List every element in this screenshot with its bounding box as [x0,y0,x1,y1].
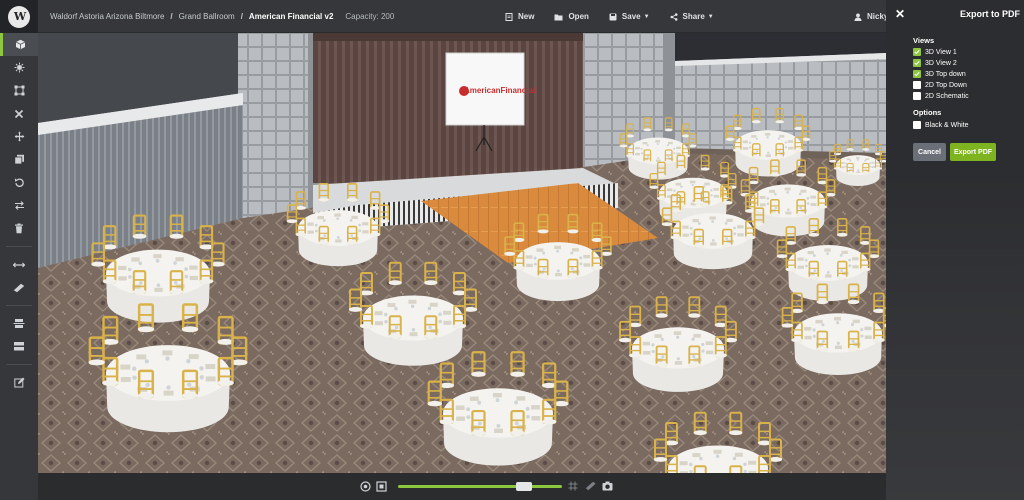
new-file-icon [505,12,513,21]
checkbox-checked-icon[interactable] [913,59,921,67]
close-icon[interactable]: ✕ [895,8,905,20]
breadcrumb: Waldorf Astoria Arizona Biltmore / Grand… [50,0,394,33]
toolbar-divider [6,305,32,306]
share-label: Share [682,12,705,21]
export-panel-header: ✕ Export to PDF [886,0,1024,28]
breadcrumb-design[interactable]: American Financial v2 [249,12,333,21]
swap-icon [14,201,24,210]
export-panel: ✕ Export to PDF Views 3D View 1 3D View … [886,0,1024,500]
viewport-bottom-bar [38,473,886,500]
new-button[interactable]: New [505,12,534,21]
view-option-label: 2D Schematic [925,92,969,100]
panel-backdrop [886,175,1024,500]
tool-swap[interactable] [0,194,38,217]
share-icon [670,12,678,21]
cancel-button[interactable]: Cancel [913,143,946,161]
tool-edit[interactable] [0,371,38,394]
close-icon [14,109,24,118]
undo-icon [14,178,24,187]
measure-icon [13,262,25,267]
tool-measure[interactable] [0,253,38,276]
checkbox-unchecked-icon[interactable] [913,81,921,89]
logo-icon: W [8,5,30,28]
toolbar-divider [6,364,32,365]
breadcrumb-separator: / [240,12,243,21]
focus-icon[interactable] [360,481,371,492]
tool-trash[interactable] [0,217,38,240]
zoom-slider-track[interactable] [398,485,562,488]
top-bar: W Waldorf Astoria Arizona Biltmore / Gra… [0,0,888,33]
ruler-toggle-icon[interactable] [585,481,596,491]
share-button[interactable]: Share ▼ [670,12,714,21]
options-label: Options [913,108,942,117]
open-label: Open [568,12,589,21]
capacity-label: Capacity: 200 [345,12,395,21]
grid-icon[interactable] [568,481,578,491]
folder-icon [554,14,563,20]
file-actions: New Open Save ▼ Share ▼ [505,0,734,33]
breadcrumb-venue[interactable]: Waldorf Astoria Arizona Biltmore [50,12,164,21]
new-label: New [518,12,535,21]
open-button[interactable]: Open [554,12,589,21]
save-button[interactable]: Save ▼ [609,12,650,21]
tool-duplicate[interactable] [0,148,38,171]
toolbar-divider [6,246,32,247]
burst-icon [14,62,24,73]
tool-ruler[interactable] [0,276,38,299]
user-icon [854,13,862,21]
tool-align[interactable] [0,312,38,335]
ruler-icon [13,283,25,292]
ballroom-scene: AmericanFinancial [38,33,886,473]
layers-icon [13,154,24,165]
export-panel-title: Export to PDF [960,9,1020,19]
view-option-label: 3D View 1 [925,48,957,56]
export-pdf-button[interactable]: Export PDF [950,143,996,161]
frame-icon[interactable] [376,481,387,492]
view-option-2d-top-down[interactable]: 2D Top Down [913,81,967,89]
tool-undo[interactable] [0,171,38,194]
align-icon [13,319,25,328]
tool-delete-x[interactable] [0,102,38,125]
save-icon [609,13,617,20]
tool-effects[interactable] [0,56,38,79]
edit-icon [13,377,24,388]
view-option-2d-schematic[interactable]: 2D Schematic [913,92,969,100]
view-option-label: 3D View 2 [925,59,957,67]
option-black-and-white[interactable]: Black & White [913,121,969,129]
3d-viewport[interactable]: AmericanFinancial [38,33,886,473]
chevron-down-icon: ▼ [707,13,714,20]
trash-icon [15,223,23,234]
view-option-3d-top-down[interactable]: 3D Top down [913,70,966,78]
view-option-label: 2D Top Down [925,81,967,89]
view-option-label: 3D Top down [925,70,966,78]
user-menu[interactable]: Nicky [854,0,888,33]
checkbox-unchecked-icon[interactable] [913,121,921,129]
view-option-3d-view-1[interactable]: 3D View 1 [913,48,957,56]
save-label: Save [621,12,641,21]
left-toolbar [0,33,38,500]
checkbox-checked-icon[interactable] [913,48,921,56]
chevron-down-icon: ▼ [643,13,650,20]
tool-transform[interactable] [0,79,38,102]
breadcrumb-separator: / [170,12,173,21]
zoom-slider-handle[interactable] [516,482,533,491]
app-logo[interactable]: W [0,0,38,33]
checkbox-unchecked-icon[interactable] [913,92,921,100]
screen-logo-text: AmericanFinancial [464,86,535,95]
tool-stack[interactable] [0,335,38,358]
checkbox-checked-icon[interactable] [913,70,921,78]
transform-icon [14,85,24,96]
cube-icon [15,39,26,50]
stack-icon [14,342,24,351]
breadcrumb-room[interactable]: Grand Ballroom [179,12,235,21]
views-label: Views [913,36,935,45]
view-option-3d-view-2[interactable]: 3D View 2 [913,59,957,67]
tool-view-3d[interactable] [0,33,38,56]
camera-icon[interactable] [602,481,613,491]
move-icon [14,131,24,142]
tool-move[interactable] [0,125,38,148]
chair[interactable] [829,151,837,163]
option-label: Black & White [925,121,969,129]
